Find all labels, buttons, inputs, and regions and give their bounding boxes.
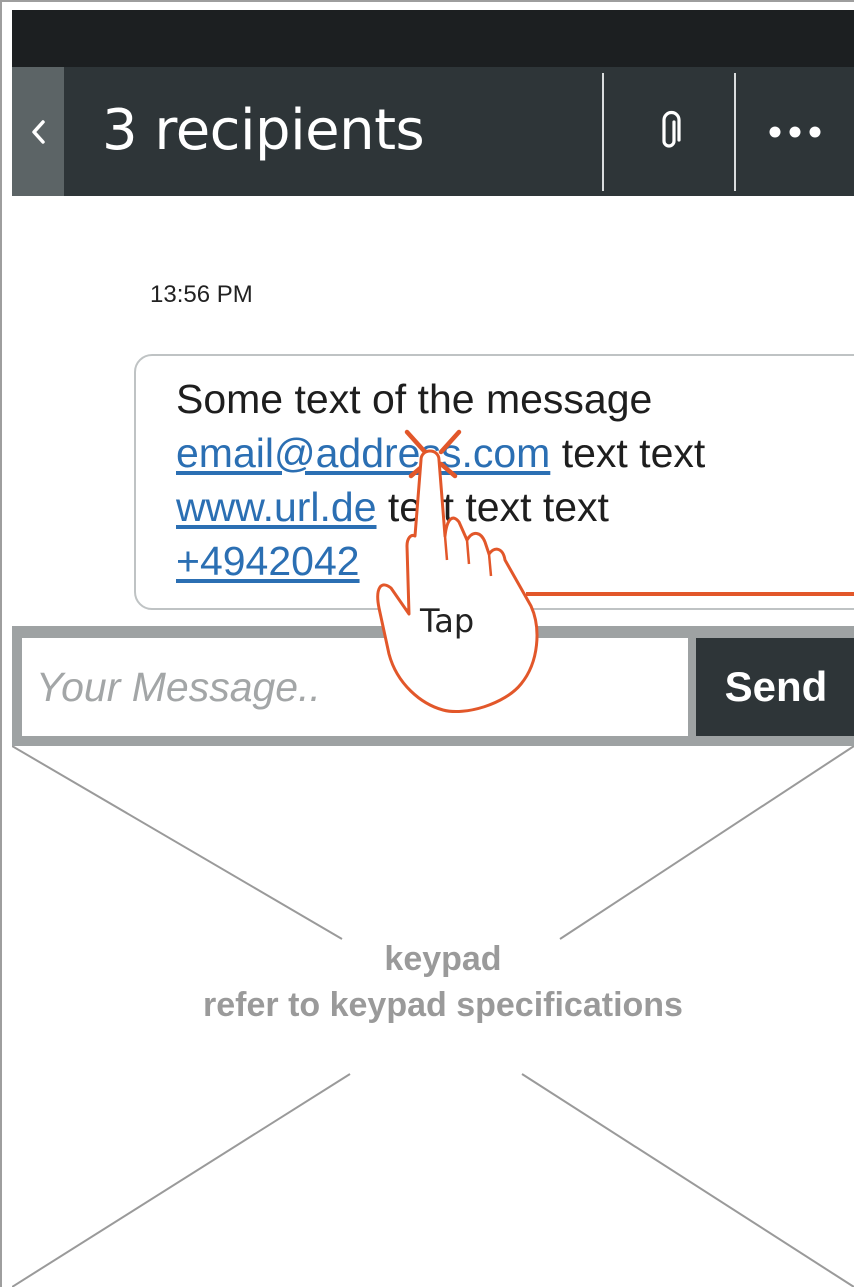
annotation-connector-line — [526, 592, 854, 596]
message-input-container — [22, 638, 688, 736]
message-bubble: Some text of the message email@address.c… — [134, 354, 854, 610]
chevron-left-icon — [32, 119, 45, 144]
tap-annotation-label: Tap — [420, 602, 475, 640]
message-text: Some text of the message email@address.c… — [176, 372, 705, 588]
url-link[interactable]: www.url.de — [176, 484, 377, 530]
app-header: 3 recipients — [12, 67, 854, 196]
phone-link[interactable]: +4942042 — [176, 538, 360, 584]
message-line: +4942042 — [176, 534, 705, 588]
email-link[interactable]: email@address.com — [176, 430, 550, 476]
message-line: Some text of the message — [176, 376, 653, 422]
attach-button[interactable] — [604, 67, 734, 196]
back-button[interactable] — [12, 67, 64, 196]
more-horizontal-icon — [769, 126, 821, 137]
keypad-label: keypad refer to keypad specifications — [12, 936, 854, 1028]
message-line: www.url.de text text text — [176, 480, 705, 534]
keypad-subtitle: refer to keypad specifications — [203, 986, 683, 1024]
message-line-text: text text — [550, 430, 706, 476]
send-button[interactable]: Send — [696, 638, 854, 736]
status-bar — [12, 10, 854, 67]
keypad-placeholder: keypad refer to keypad specifications — [12, 746, 854, 1287]
keypad-title: keypad — [384, 940, 502, 978]
message-thread: 13:56 PM Some text of the message email@… — [12, 196, 854, 626]
more-options-button[interactable] — [736, 67, 854, 196]
message-timestamp: 13:56 PM — [150, 281, 253, 308]
message-line-text: text text text — [376, 484, 609, 530]
message-line: email@address.com text text — [176, 426, 705, 480]
conversation-title: 3 recipients — [102, 98, 425, 163]
message-input[interactable] — [22, 638, 688, 736]
paperclip-icon — [662, 110, 681, 148]
compose-bar: Send — [12, 626, 854, 746]
